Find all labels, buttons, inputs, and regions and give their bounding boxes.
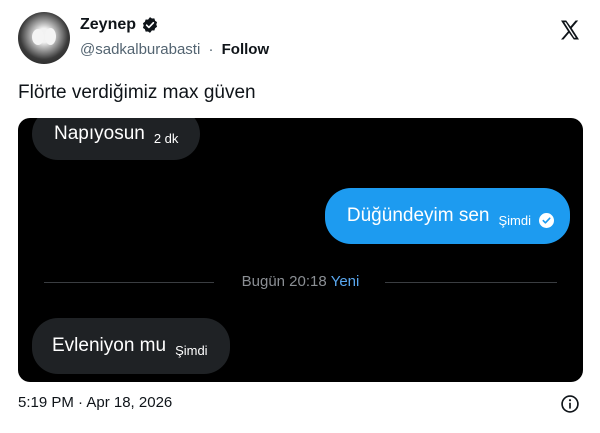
divider-time: Bugün 20:18	[241, 273, 327, 290]
message-time: Şimdi	[175, 342, 208, 358]
avatar-detail	[32, 29, 44, 45]
author-name-row: Zeynep	[80, 16, 159, 34]
tweet-footer: 5:19 PM · Apr 18, 2026	[18, 394, 584, 416]
divider-new-tag: Yeni	[330, 273, 360, 290]
avatar[interactable]	[18, 12, 70, 64]
message-text: Napıyosun	[54, 123, 145, 144]
avatar-detail	[45, 28, 56, 45]
message-bubble-outgoing: Düğündeyim sen Şimdi	[324, 188, 570, 244]
x-logo-icon[interactable]	[558, 18, 582, 42]
message-time: 2 dk	[153, 130, 179, 146]
divider-label: Bugün 20:18 Yeni	[44, 273, 557, 290]
follow-button[interactable]: Follow	[222, 41, 270, 58]
info-icon[interactable]	[560, 394, 580, 414]
verified-badge-icon	[142, 17, 158, 33]
message-bubble-incoming: Evleniyon mu Şimdi	[32, 318, 230, 374]
message-text: Evleniyon mu	[52, 335, 167, 356]
tweet-text: Flörte verdiğimiz max güven	[18, 82, 256, 103]
handle-separator: ·	[208, 41, 214, 58]
message-bubble-incoming: Napıyosun 2 dk	[32, 118, 201, 160]
new-messages-divider: Bugün 20:18 Yeni	[44, 273, 557, 293]
author-display-name[interactable]: Zeynep	[80, 16, 136, 34]
tweet-header: Zeynep @sadkalburabasti · Follow	[18, 12, 584, 68]
author-handle-row: @sadkalburabasti · Follow	[80, 41, 269, 58]
chat-screenshot-media[interactable]: Napıyosun 2 dk Düğündeyim sen Şimdi Bugü…	[18, 118, 583, 382]
tweet-timestamp[interactable]: 5:19 PM · Apr 18, 2026	[18, 394, 172, 411]
message-time: Şimdi	[498, 212, 531, 228]
read-check-icon	[539, 212, 554, 228]
author-handle[interactable]: @sadkalburabasti	[80, 41, 200, 58]
message-text: Düğündeyim sen	[346, 205, 490, 226]
